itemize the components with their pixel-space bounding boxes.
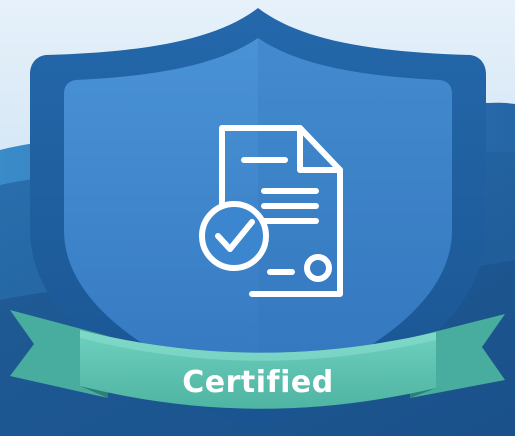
ribbon-label: Certified <box>182 365 333 400</box>
badge-artwork: Certified <box>0 0 515 436</box>
check-circle <box>199 201 269 271</box>
certified-badge-illustration: Certified <box>0 0 515 436</box>
